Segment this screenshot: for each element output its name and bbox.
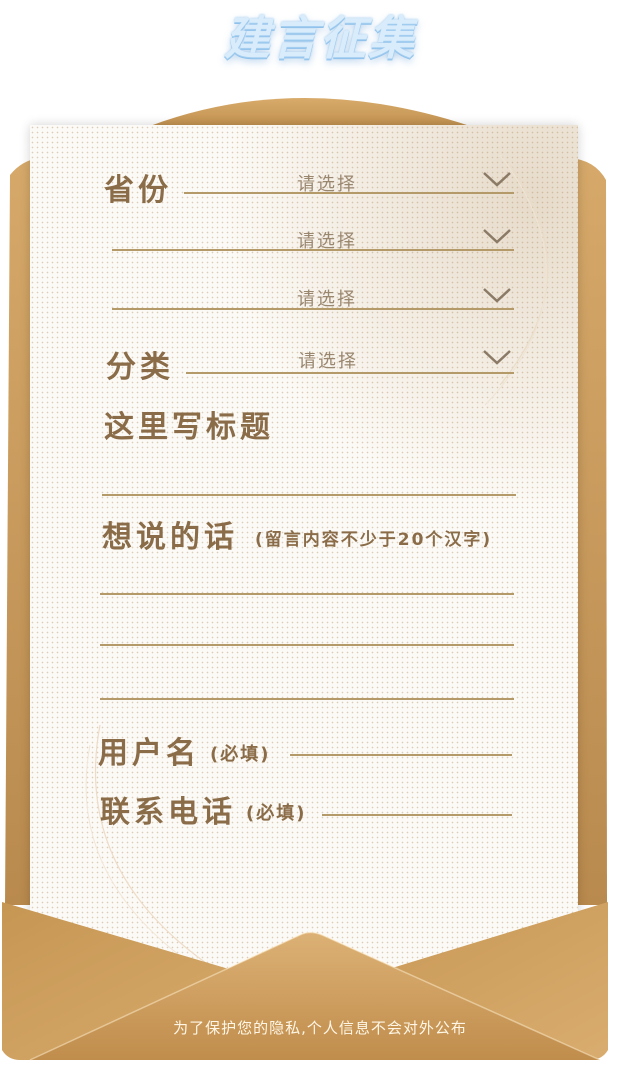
envelope-front bbox=[2, 902, 608, 1061]
privacy-note: 为了保护您的隐私,个人信息不会对外公布 bbox=[173, 1019, 467, 1037]
